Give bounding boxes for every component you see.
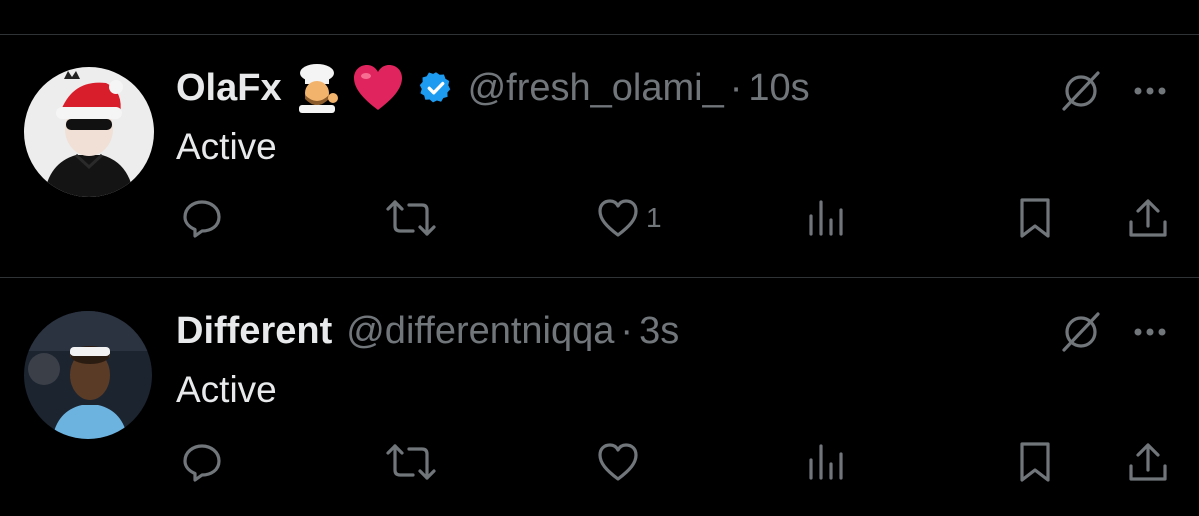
views-bars-icon [809, 444, 843, 480]
post-header: OlaFx @fresh_olami_ · 10s [176, 63, 810, 113]
user-handle[interactable]: @fresh_olami_ [468, 66, 724, 110]
like-count: 1 [646, 202, 662, 233]
bookmark-icon [1020, 442, 1050, 482]
more-dots-icon [1134, 87, 1166, 95]
reply-button[interactable] [180, 193, 224, 243]
more-dots-icon [1134, 328, 1166, 336]
repost-arrows-icon [386, 444, 436, 480]
bookmark-button[interactable] [1016, 193, 1054, 243]
separator-dot: · [620, 310, 634, 352]
share-upload-icon [1129, 199, 1167, 237]
grok-button[interactable] [1058, 312, 1104, 352]
share-button[interactable] [1126, 437, 1170, 487]
display-name[interactable]: OlaFx [176, 66, 282, 110]
repost-button[interactable] [385, 193, 437, 243]
reply-bubble-icon [183, 200, 221, 238]
heart-emoji [352, 64, 404, 112]
bookmark-icon [1020, 198, 1050, 238]
grok-button[interactable] [1058, 71, 1104, 111]
post-header: Different @differentniqqa · 3s [176, 309, 679, 353]
views-button[interactable] [806, 437, 846, 487]
display-name[interactable]: Different [176, 309, 332, 353]
more-button[interactable] [1130, 71, 1170, 111]
bookmark-button[interactable] [1016, 437, 1054, 487]
reply-bubble-icon [183, 444, 221, 482]
reply-button[interactable] [180, 437, 224, 487]
like-button[interactable]: 1 [596, 193, 662, 243]
cook-emoji [288, 63, 346, 113]
share-upload-icon [1129, 443, 1167, 481]
action-bar: 1 [0, 193, 1199, 243]
post-text: Active [176, 369, 277, 410]
heart-outline-icon [598, 443, 638, 481]
heart-outline-icon [598, 199, 638, 237]
share-button[interactable] [1126, 193, 1170, 243]
avatar[interactable] [24, 311, 152, 439]
post-timestamp[interactable]: 3s [639, 309, 679, 353]
separator-dot: · [729, 67, 743, 109]
like-button[interactable] [596, 437, 646, 487]
repost-button[interactable] [385, 437, 437, 487]
views-button[interactable] [806, 193, 846, 243]
post-item[interactable]: OlaFx @fresh_olami_ · 10s Active 1 [0, 35, 1199, 277]
avatar[interactable] [24, 67, 154, 197]
views-bars-icon [809, 200, 843, 236]
post-text: Active [176, 126, 277, 167]
repost-arrows-icon [386, 200, 436, 236]
post-timestamp[interactable]: 10s [748, 66, 809, 110]
action-bar [0, 437, 1199, 487]
verified-badge-icon[interactable] [418, 70, 454, 106]
post-item[interactable]: Different @differentniqqa · 3s Active [0, 278, 1199, 516]
slashed-circle-icon [1062, 71, 1100, 111]
slashed-circle-icon [1062, 312, 1100, 352]
user-handle[interactable]: @differentniqqa [346, 309, 614, 353]
more-button[interactable] [1130, 312, 1170, 352]
